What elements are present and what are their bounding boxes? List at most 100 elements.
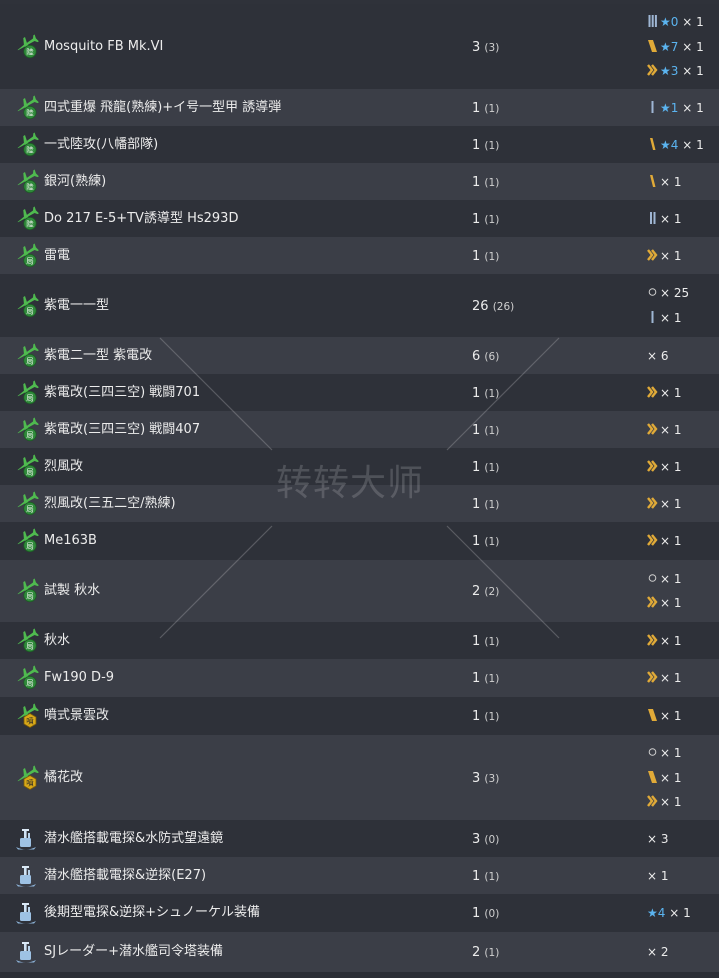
interceptor-icon: 局: [13, 627, 39, 653]
count-total: 2: [472, 945, 481, 960]
improvement-breakdown: × 1: [647, 237, 719, 274]
count-total: 1: [472, 249, 481, 264]
improvement-breakdown: × 1: [647, 485, 719, 522]
table-row: 局 試製 秋水 2 (2) × 1 × 1: [0, 560, 719, 622]
line-quantity: × 1: [669, 906, 691, 920]
svg-text:局: 局: [26, 467, 34, 476]
equipment-name: 橘花改: [44, 770, 84, 785]
equipment-count: 3 (3): [472, 771, 499, 787]
breakdown-line: × 1: [647, 533, 682, 549]
improvement-level: ★3: [660, 64, 679, 78]
equipment-count: 2 (2): [472, 584, 499, 600]
svg-text:陸: 陸: [26, 181, 34, 191]
land-bomber-icon: 陸: [13, 168, 39, 194]
equipment-name: 試製 秋水: [44, 583, 101, 598]
equipment-name: 烈風改: [44, 459, 84, 474]
count-available: (2): [484, 586, 500, 598]
improvement-breakdown: × 1: [647, 522, 719, 560]
line-quantity: × 1: [682, 64, 704, 78]
equipment-name: Do 217 E-5+TV誘導型 Hs293D: [44, 211, 239, 226]
breakdown-line: × 1: [647, 670, 682, 686]
breakdown-line: × 1: [647, 571, 682, 587]
breakdown-line: × 1: [647, 708, 682, 724]
improvement-breakdown: × 25 × 1: [647, 274, 719, 337]
count-available: (1): [484, 103, 500, 115]
equipment-name: 雷電: [44, 248, 71, 263]
prof-slash-icon: [647, 175, 660, 189]
equipment-count: 1 (1): [472, 423, 499, 439]
equipment-count: 1 (1): [472, 101, 499, 117]
improvement-breakdown: × 1: [647, 200, 719, 237]
svg-text:局: 局: [26, 504, 34, 513]
line-quantity: × 1: [660, 175, 682, 189]
breakdown-line: × 6: [647, 348, 669, 364]
equipment-name: 紫電改(三四三空) 戦闘701: [44, 385, 201, 400]
prof-chevron-icon: [647, 249, 660, 263]
table-row: 局 烈風改 1 (1) × 1: [0, 448, 719, 485]
equipment-count: 1 (1): [472, 175, 499, 191]
breakdown-line: × 1: [647, 745, 682, 761]
line-quantity: × 1: [660, 534, 682, 548]
line-quantity: × 1: [660, 596, 682, 610]
breakdown-line: × 1: [647, 595, 682, 611]
table-row: 潜水艦搭載電探&水防式望遠鏡 3 (0) × 3: [0, 820, 719, 857]
equipment-name: Fw190 D-9: [44, 670, 115, 685]
count-available: (1): [484, 462, 500, 474]
breakdown-line: × 1: [647, 794, 682, 810]
count-available: (1): [484, 177, 500, 189]
svg-text:陸: 陸: [26, 144, 34, 154]
count-total: 1: [472, 212, 481, 227]
prof-chevron-icon: [647, 671, 660, 685]
circle-icon: [647, 746, 660, 760]
svg-text:局: 局: [26, 641, 34, 650]
line-quantity: × 1: [682, 101, 704, 115]
count-available: (1): [484, 425, 500, 437]
line-quantity: × 1: [660, 423, 682, 437]
breakdown-line: ★4 × 1: [647, 137, 704, 153]
equipment-count: 1 (1): [472, 386, 499, 402]
equipment-count: 26 (26): [472, 299, 514, 315]
prof-bar-1-icon: [647, 101, 660, 115]
count-available: (3): [484, 42, 500, 54]
table-row: 潜水艦搭載電探&逆探(E27) 1 (1) × 1: [0, 857, 719, 894]
svg-text:局: 局: [26, 356, 34, 365]
circle-icon: [647, 572, 660, 586]
line-quantity: × 6: [647, 349, 669, 363]
breakdown-line: × 25: [647, 285, 689, 301]
equipment-count: 1 (1): [472, 212, 499, 228]
breakdown-line: ★7 × 1: [647, 39, 704, 55]
table-row: 陸 Do 217 E-5+TV誘導型 Hs293D 1 (1) × 1: [0, 200, 719, 237]
improvement-level: ★1: [660, 101, 679, 115]
table-row: 陸 銀河(熟練) 1 (1) × 1: [0, 163, 719, 200]
count-available: (1): [484, 140, 500, 152]
table-row: 陸 四式重爆 飛龍(熟練)+イ号一型甲 誘導弾 1 (1) ★1 × 1: [0, 89, 719, 126]
table-row: 局 紫電改(三四三空) 戦闘701 1 (1) × 1: [0, 374, 719, 411]
count-total: 1: [472, 497, 481, 512]
line-quantity: × 1: [682, 138, 704, 152]
count-available: (1): [484, 711, 500, 723]
interceptor-icon: 局: [13, 416, 39, 442]
count-total: 1: [472, 709, 481, 724]
breakdown-line: × 1: [647, 422, 682, 438]
count-available: (1): [484, 499, 500, 511]
prof-chevron-icon: [647, 795, 660, 809]
prof-double-slash-icon: [647, 40, 660, 54]
line-quantity: × 1: [660, 386, 682, 400]
count-total: 26: [472, 299, 489, 314]
breakdown-line: ★3 × 1: [647, 63, 704, 79]
interceptor-icon: 局: [13, 242, 39, 268]
line-quantity: × 1: [660, 746, 682, 760]
breakdown-line: × 1: [647, 211, 682, 227]
count-total: 1: [472, 869, 481, 884]
svg-text:局: 局: [26, 256, 34, 265]
breakdown-line: × 2: [647, 944, 669, 960]
equipment-count: 3 (0): [472, 832, 499, 848]
count-total: 1: [472, 460, 481, 475]
equipment-name: Me163B: [44, 533, 97, 548]
equipment-count: 1 (1): [472, 869, 499, 885]
svg-text:噴: 噴: [26, 777, 34, 787]
svg-text:陸: 陸: [26, 46, 34, 56]
circle-icon: [647, 286, 660, 300]
count-total: 1: [472, 175, 481, 190]
table-row: 局 紫電一一型 26 (26) × 25 × 1: [0, 274, 719, 337]
